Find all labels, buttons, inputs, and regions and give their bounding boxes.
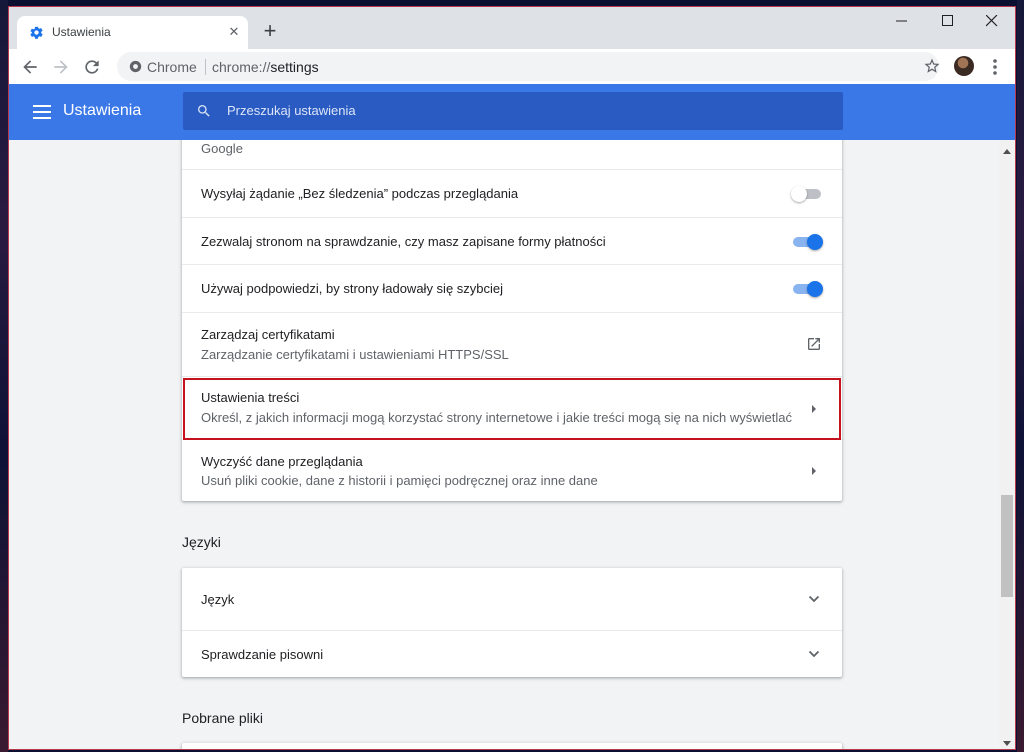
payment-methods-toggle[interactable] — [791, 234, 823, 250]
maximize-button[interactable] — [927, 7, 971, 37]
settings-content: Google Wysyłaj żądanie „Bez śledzenia” p… — [9, 140, 1001, 749]
privacy-card: Google Wysyłaj żądanie „Bez śledzenia” p… — [182, 140, 842, 501]
reload-icon[interactable] — [82, 57, 102, 77]
row-label: Google — [201, 141, 243, 156]
row-sublabel: Określ, z jakich informacji mogą korzyst… — [201, 410, 792, 425]
toggle-knob — [807, 234, 823, 250]
expand-more-icon[interactable] — [808, 593, 820, 605]
list-item-language[interactable]: Język — [182, 568, 842, 630]
page-title: Ustawienia — [63, 102, 142, 119]
tab-settings[interactable]: Ustawienia ✕ — [17, 16, 248, 49]
row-label: Używaj podpowiedzi, by strony ładowały s… — [201, 281, 504, 296]
bookmark-star-icon[interactable] — [923, 57, 941, 75]
list-item-certificates[interactable]: Zarządzaj certyfikatami Zarządzanie cert… — [182, 312, 842, 376]
desktop-background-left — [0, 0, 8, 752]
vertical-scrollbar[interactable] — [999, 140, 1015, 749]
list-item-payment-methods[interactable]: Zezwalaj stronom na sprawdzanie, czy mas… — [182, 217, 842, 264]
browser-toolbar: Chrome chrome://settings — [9, 49, 1015, 84]
row-label: Wysyłaj żądanie „Bez śledzenia” podczas … — [201, 186, 519, 201]
omnibox-url: chrome://settings — [212, 59, 319, 75]
arrow-right-icon — [812, 467, 816, 475]
row-label: Zarządzaj certyfikatami — [201, 327, 335, 342]
close-window-button[interactable] — [971, 7, 1015, 37]
search-input[interactable]: Przeszukaj ustawienia — [183, 92, 843, 130]
scroll-up-icon[interactable] — [1003, 148, 1011, 154]
search-icon — [198, 105, 210, 117]
list-item-content-settings[interactable]: Ustawienia treści Określ, z jakich infor… — [182, 376, 842, 439]
gear-icon — [30, 26, 43, 39]
back-arrow-icon[interactable] — [20, 57, 40, 77]
scroll-down-icon[interactable] — [1003, 741, 1011, 747]
url-host: settings — [270, 59, 319, 75]
row-label: Zezwalaj stronom na sprawdzanie, czy mas… — [201, 234, 606, 249]
section-title-downloads: Pobrane pliki — [182, 710, 263, 726]
expand-more-icon[interactable] — [808, 648, 820, 660]
profile-avatar[interactable] — [954, 56, 974, 76]
forward-arrow-icon[interactable] — [51, 57, 71, 77]
list-item-google[interactable]: Google — [182, 140, 842, 169]
menu-icon[interactable] — [33, 103, 51, 121]
address-bar[interactable]: Chrome chrome://settings — [117, 52, 941, 81]
row-label: Język — [201, 592, 235, 607]
settings-header: Ustawienia Przeszukaj ustawienia — [9, 84, 1015, 140]
minimize-button[interactable] — [881, 7, 925, 37]
list-item-do-not-track[interactable]: Wysyłaj żądanie „Bez śledzenia” podczas … — [182, 169, 842, 217]
new-tab-button[interactable]: + — [260, 20, 280, 42]
scrollbar-thumb[interactable] — [1001, 495, 1013, 597]
tab-strip: Ustawienia ✕ + — [9, 7, 1015, 49]
omnibox-separator — [205, 59, 206, 75]
more-vert-icon[interactable] — [989, 57, 1001, 77]
maximize-icon — [942, 15, 953, 26]
toggle-knob — [791, 186, 807, 202]
tab-close-icon[interactable]: ✕ — [226, 24, 242, 40]
open-in-new-icon[interactable] — [806, 336, 822, 352]
section-title-languages: Języki — [182, 534, 221, 550]
minimize-icon — [896, 20, 907, 22]
search-placeholder: Przeszukaj ustawienia — [227, 103, 356, 118]
tab-title: Ustawienia — [52, 25, 111, 39]
row-label: Ustawienia treści — [201, 390, 300, 405]
arrow-right-icon — [812, 405, 816, 413]
list-item-spellcheck[interactable]: Sprawdzanie pisowni — [182, 630, 842, 677]
close-icon — [986, 15, 998, 27]
row-sublabel: Usuń pliki cookie, dane z historii i pam… — [201, 473, 598, 488]
languages-card: Język Sprawdzanie pisowni — [182, 568, 842, 677]
row-label: Sprawdzanie pisowni — [201, 647, 324, 662]
do-not-track-toggle[interactable] — [791, 186, 823, 202]
row-sublabel: Zarządzanie certyfikatami i ustawieniami… — [201, 347, 509, 362]
browser-window: Ustawienia ✕ + Chrome chrome://settings … — [8, 6, 1016, 750]
list-item-preload[interactable]: Używaj podpowiedzi, by strony ładowały s… — [182, 264, 842, 312]
toggle-knob — [807, 281, 823, 297]
desktop-background-right — [1017, 0, 1024, 752]
preload-toggle[interactable] — [791, 281, 823, 297]
url-scheme: chrome:// — [212, 59, 271, 75]
downloads-card — [182, 743, 842, 749]
row-label: Wyczyść dane przeglądania — [201, 454, 363, 469]
chrome-page-icon — [129, 60, 142, 73]
omnibox-site-label: Chrome — [147, 59, 197, 75]
list-item-clear-browsing-data[interactable]: Wyczyść dane przeglądania Usuń pliki coo… — [182, 439, 842, 501]
